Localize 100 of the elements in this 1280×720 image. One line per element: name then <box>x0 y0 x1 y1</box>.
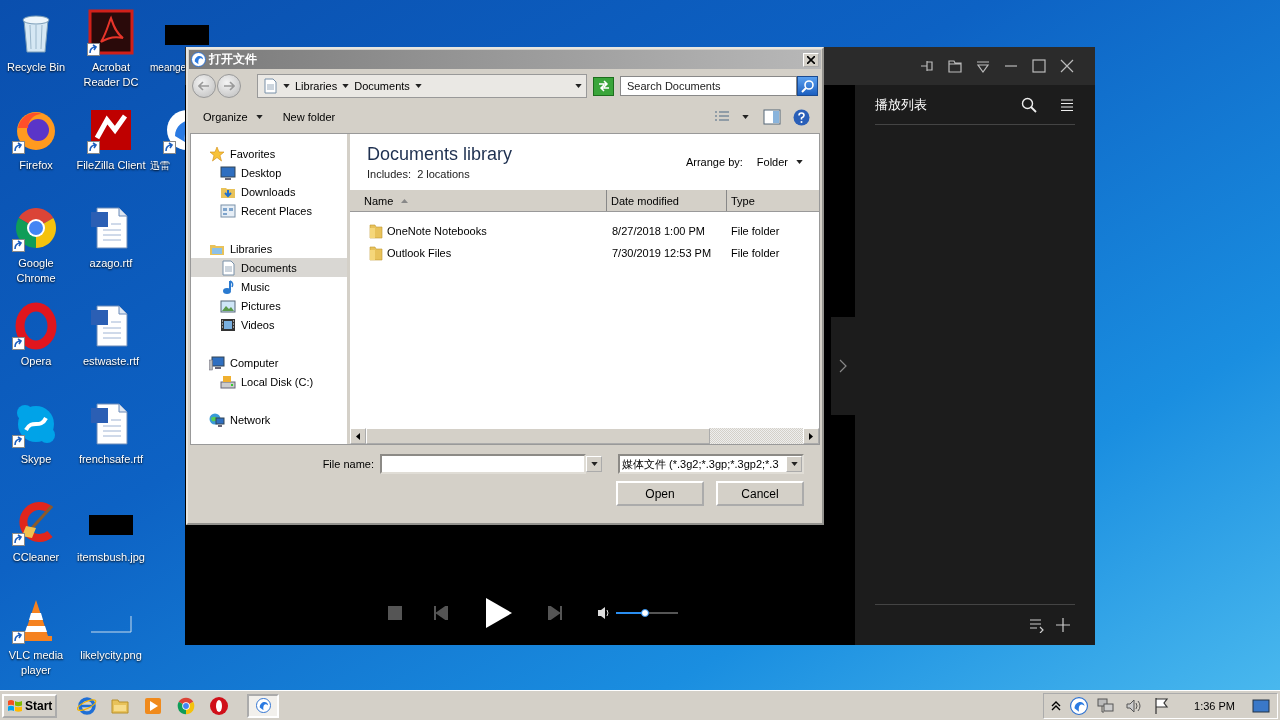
close-icon[interactable] <box>1059 58 1075 74</box>
dialog-button[interactable]: Cancel <box>716 481 804 506</box>
desktop-icon-label[interactable]: 迅雷 <box>150 158 170 173</box>
breadcrumb-item[interactable]: Libraries <box>295 80 338 92</box>
folder-icon[interactable] <box>947 58 963 74</box>
stop-button[interactable] <box>387 606 402 620</box>
scroll-left-button[interactable] <box>350 428 366 444</box>
nav-item[interactable]: Local Disk (C:) <box>191 372 347 391</box>
maximize-icon[interactable] <box>1031 58 1047 74</box>
table-cell-text: 8/27/2018 1:00 PM <box>611 225 706 237</box>
help-icon[interactable] <box>793 108 810 126</box>
search-button[interactable] <box>797 76 818 96</box>
volume-slider[interactable] <box>615 608 678 618</box>
volume-icon[interactable] <box>597 606 612 620</box>
file-row[interactable]: Outlook Files 7/30/2019 12:53 PM File folder <box>350 242 819 264</box>
previous-button[interactable] <box>433 606 448 620</box>
folder-icon <box>368 223 384 239</box>
file-row[interactable]: OneNote Notebooks 8/27/2018 1:00 PM File folder <box>350 220 819 242</box>
scroll-right-button[interactable] <box>803 428 819 444</box>
table-cell-text: 7/30/2019 12:53 PM <box>611 247 713 259</box>
caret-icon <box>590 462 598 466</box>
desktop-icon-label[interactable]: meange <box>150 60 187 75</box>
clock[interactable]: 1:36 PM <box>1194 699 1235 712</box>
folder-icon <box>368 245 384 261</box>
windows-logo-icon <box>7 697 23 714</box>
file-name-label: File name: <box>322 458 374 470</box>
document-icon <box>220 259 236 276</box>
nav-item[interactable]: Favorites <box>191 144 347 163</box>
volume-thumb[interactable] <box>641 609 650 617</box>
column-header[interactable]: Name <box>350 190 607 211</box>
monitor-icon <box>220 164 236 181</box>
table-cell-text: File folder <box>730 225 780 237</box>
desktop-icon-label[interactable]: azago.rtf <box>89 256 133 271</box>
table-cell: OneNote Notebooks <box>387 225 487 237</box>
app-icon[interactable] <box>87 8 135 56</box>
nav-item[interactable]: Libraries <box>191 239 347 258</box>
caret-icon <box>255 115 263 119</box>
column-header[interactable]: Type <box>727 190 819 211</box>
nav-item[interactable]: Downloads <box>191 182 347 201</box>
arrow-right-icon <box>809 432 813 440</box>
search-icon <box>800 79 815 93</box>
nav-item[interactable]: Music <box>191 277 347 296</box>
nav-item[interactable]: Network <box>191 410 347 429</box>
close-button[interactable] <box>803 52 819 67</box>
caret-icon <box>790 462 798 466</box>
desktop-icon-label[interactable]: Firefox <box>19 158 53 173</box>
desktop-icon-label[interactable]: Acrobat Reader DC <box>73 60 149 90</box>
network-icon[interactable] <box>1096 695 1117 716</box>
nav-item[interactable]: Documents <box>191 258 347 277</box>
horizontal-scrollbar[interactable] <box>350 428 819 444</box>
browser-icon[interactable] <box>209 695 230 716</box>
nav-item[interactable]: Recent Places <box>191 201 347 220</box>
breadcrumb-item[interactable]: Documents <box>354 80 410 92</box>
scrollbar-thumb[interactable] <box>366 428 710 444</box>
close-icon <box>807 55 815 64</box>
taskbar-button[interactable] <box>247 693 280 718</box>
column-header[interactable]: Date modified <box>607 190 727 211</box>
desktop-icon-label[interactable]: Opera <box>20 354 52 369</box>
nav-item[interactable]: Computer <box>191 353 347 372</box>
app-logo-icon <box>191 52 206 67</box>
pin-icon[interactable] <box>919 58 935 74</box>
file-type-dropdown[interactable]: 媒体文件 (*.3g2;*.3gp;*.3gp2;*.3 <box>618 454 804 474</box>
organize-menu[interactable]: Organize <box>198 108 268 126</box>
desktop-icon-label[interactable]: likelycity.png <box>80 648 142 663</box>
nav-item[interactable]: Videos <box>191 315 347 334</box>
desktop-icon-label[interactable]: estwaste.rtf <box>82 354 140 369</box>
desktop-icon-label[interactable]: CCleaner <box>12 550 60 565</box>
list-icon[interactable] <box>1029 617 1045 633</box>
computer-icon <box>209 354 225 371</box>
search-icon[interactable] <box>1021 96 1037 113</box>
desktop-icon-label[interactable]: Recycle Bin <box>6 60 66 75</box>
preview-pane-icon[interactable] <box>763 109 781 125</box>
view-options-button[interactable] <box>740 113 751 121</box>
add-icon[interactable] <box>1055 617 1071 633</box>
desktop-icon-label[interactable]: Google Chrome <box>0 256 72 286</box>
next-button[interactable] <box>547 606 562 620</box>
desktop-icon-label[interactable]: VLC media player <box>0 648 72 678</box>
dropdown-button[interactable] <box>786 456 802 472</box>
menu-icon[interactable] <box>1059 96 1075 113</box>
dropdown-icon[interactable] <box>975 58 991 74</box>
nav-item[interactable]: Desktop <box>191 163 347 182</box>
dialog-button[interactable]: Open <box>616 481 704 506</box>
start-button[interactable]: Start <box>2 693 58 718</box>
search-field[interactable]: Search Documents <box>620 76 797 96</box>
music-note-icon <box>220 278 236 295</box>
app-logo-icon[interactable] <box>1070 696 1089 715</box>
arrange-dropdown[interactable]: Folder <box>756 156 803 168</box>
desktop-icon-label[interactable]: itemsbush.jpg <box>77 550 145 565</box>
table-cell: Outlook Files <box>387 247 452 259</box>
desktop-icon-label[interactable]: Skype <box>20 452 52 467</box>
nav-item[interactable]: Pictures <box>191 296 347 315</box>
sort-arrow-icon <box>401 198 409 203</box>
desktop-icon-label[interactable]: frenchsafe.rtf <box>78 452 144 467</box>
dropdown-button[interactable] <box>586 456 602 472</box>
toolbar-button[interactable]: New folder <box>277 108 341 126</box>
refresh-button[interactable] <box>593 76 614 96</box>
address-bar[interactable]: Libraries Documents <box>257 74 587 98</box>
play-button[interactable] <box>485 598 512 628</box>
desktop-icon-label[interactable]: FileZilla Client <box>76 158 146 173</box>
file-name-field[interactable] <box>380 454 586 474</box>
